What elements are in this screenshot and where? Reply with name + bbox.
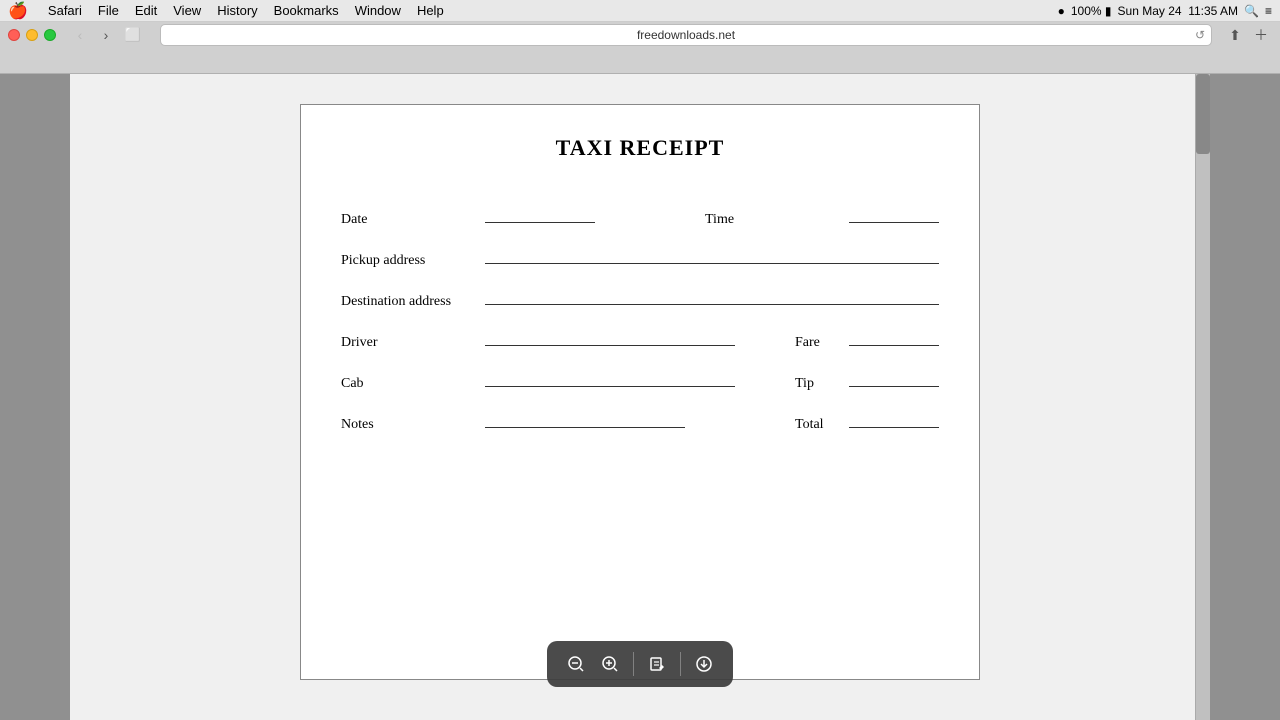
menu-bookmarks[interactable]: Bookmarks [266, 0, 347, 22]
date-label: Date [341, 212, 481, 228]
tip-field-group: Tip [795, 371, 939, 392]
total-label: Total [795, 417, 845, 433]
menu-history[interactable]: History [209, 0, 265, 22]
notes-label: Notes [341, 417, 481, 433]
browser-chrome: ‹ › ⬜ freedownloads.net ↺ ⬆ ＋ [0, 22, 1280, 74]
download-button[interactable] [689, 649, 719, 679]
maximize-button[interactable] [44, 29, 56, 41]
datetime: Sun May 24 11:35 AM [1118, 4, 1239, 18]
receipt-body: Date Time Pickup address Destin [341, 191, 939, 433]
time-line [849, 207, 939, 223]
back-button[interactable]: ‹ [70, 25, 90, 45]
zoom-out-button[interactable] [561, 649, 591, 679]
driver-fare-row: Driver Fare [341, 330, 939, 351]
fare-line [849, 330, 939, 346]
menu-window[interactable]: Window [347, 0, 409, 22]
total-field-group: Total [795, 412, 939, 433]
traffic-lights [8, 29, 56, 41]
total-line [849, 412, 939, 428]
zoom-in-button[interactable] [595, 649, 625, 679]
notes-field-group: Notes [341, 412, 685, 433]
notes-total-row: Notes Total [341, 412, 939, 433]
date-time-row: Date Time [341, 207, 939, 228]
driver-label: Driver [341, 335, 481, 351]
driver-field-group: Driver [341, 330, 735, 351]
close-button[interactable] [8, 29, 20, 41]
menu-help[interactable]: Help [409, 0, 452, 22]
receipt-container: TAXI RECEIPT Date Time [300, 104, 980, 680]
cab-line [485, 371, 735, 387]
wifi-icon: ● [1058, 4, 1065, 18]
time-field-group: Time [705, 207, 939, 228]
scrollbar[interactable] [1195, 74, 1210, 720]
toolbar-divider-2 [680, 652, 681, 676]
menu-bar: 🍎 Safari File Edit View History Bookmark… [0, 0, 1280, 22]
apple-menu[interactable]: 🍎 [8, 1, 28, 21]
share-button[interactable]: ⬆ [1224, 24, 1246, 46]
notes-line [485, 412, 685, 428]
destination-row: Destination address [341, 289, 939, 310]
reload-button[interactable]: ↺ [1195, 28, 1205, 42]
toolbar-right: ⬆ ＋ [1224, 24, 1272, 46]
fare-field-group: Fare [795, 330, 939, 351]
address-bar[interactable]: freedownloads.net ↺ [160, 24, 1212, 46]
receipt-title: TAXI RECEIPT [341, 135, 939, 161]
destination-label: Destination address [341, 294, 481, 310]
cab-label: Cab [341, 376, 481, 392]
cab-tip-row: Cab Tip [341, 371, 939, 392]
menu-view[interactable]: View [165, 0, 209, 22]
menu-bar-status: ● 100% ▮ Sun May 24 11:35 AM 🔍 ≡ [1058, 4, 1272, 18]
forward-button[interactable]: › [96, 25, 116, 45]
destination-line [485, 289, 939, 305]
menu-file[interactable]: File [90, 0, 127, 22]
search-icon[interactable]: 🔍 [1244, 4, 1259, 18]
battery-status: 100% ▮ [1071, 4, 1112, 18]
toolbar-divider-1 [633, 652, 634, 676]
pickup-line [485, 248, 939, 264]
tip-label: Tip [795, 376, 845, 392]
date-field-group: Date [341, 207, 595, 228]
pdf-toolbar [547, 641, 733, 687]
date-line [485, 207, 595, 223]
menu-safari[interactable]: Safari [40, 0, 90, 22]
driver-line [485, 330, 735, 346]
fare-label: Fare [795, 335, 845, 351]
tip-line [849, 371, 939, 387]
page-wrapper: TAXI RECEIPT Date Time [70, 74, 1210, 720]
annotate-button[interactable] [642, 649, 672, 679]
menu-edit[interactable]: Edit [127, 0, 165, 22]
url-display: freedownloads.net [637, 28, 735, 42]
new-tab-button[interactable]: ＋ [1250, 24, 1272, 46]
cab-field-group: Cab [341, 371, 735, 392]
browser-content: TAXI RECEIPT Date Time [0, 74, 1280, 720]
browser-toolbar: ‹ › ⬜ freedownloads.net ↺ ⬆ ＋ [0, 22, 1280, 48]
minimize-button[interactable] [26, 29, 38, 41]
scrollbar-thumb[interactable] [1196, 74, 1210, 154]
pickup-row: Pickup address [341, 248, 939, 269]
sidebar-toggle-button[interactable]: ⬜ [122, 24, 144, 46]
time-label: Time [705, 212, 845, 228]
control-center-icon[interactable]: ≡ [1265, 4, 1272, 18]
pickup-label: Pickup address [341, 253, 481, 269]
